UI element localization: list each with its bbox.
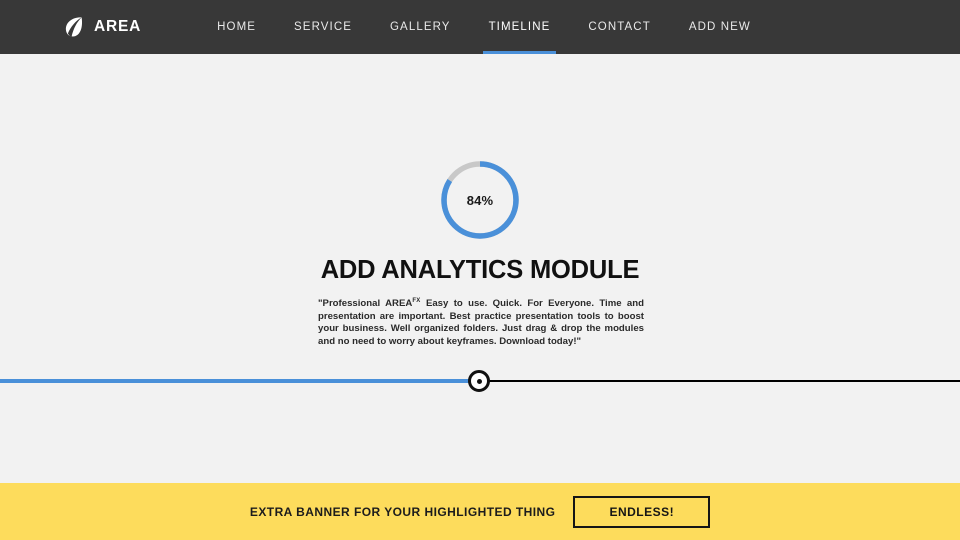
banner-text: EXTRA BANNER FOR YOUR HIGHLIGHTED THING bbox=[249, 504, 556, 519]
description-text-before: "Professional AREA bbox=[318, 298, 413, 310]
nav-item-home[interactable]: HOME bbox=[198, 0, 275, 54]
main-navigation: HOME SERVICE GALLERY TIMELINE CONTACT AD… bbox=[198, 0, 770, 54]
page-title: ADD ANALYTICS MODULE bbox=[320, 256, 640, 284]
module-description: "Professional AREAFX Easy to use. Quick.… bbox=[318, 295, 644, 349]
timeline-node-icon[interactable] bbox=[468, 370, 490, 392]
brand-name: AREA bbox=[94, 18, 142, 35]
timeline-track-completed bbox=[0, 379, 479, 383]
endless-button[interactable]: ENDLESS! bbox=[573, 495, 711, 528]
nav-item-service[interactable]: SERVICE bbox=[275, 0, 371, 54]
nav-item-gallery[interactable]: GALLERY bbox=[371, 0, 470, 54]
progress-donut-chart: 84% bbox=[439, 159, 521, 241]
site-header: AREA HOME SERVICE GALLERY TIMELINE CONTA… bbox=[0, 0, 960, 54]
timeline-node-center-dot bbox=[476, 378, 482, 384]
leaf-icon bbox=[64, 16, 85, 38]
promo-banner: EXTRA BANNER FOR YOUR HIGHLIGHTED THING … bbox=[0, 483, 960, 540]
timeline-bar[interactable] bbox=[0, 370, 960, 396]
description-superscript: FX bbox=[412, 298, 421, 304]
timeline-track-remaining bbox=[479, 380, 960, 382]
nav-item-contact[interactable]: CONTACT bbox=[569, 0, 669, 54]
nav-item-timeline[interactable]: TIMELINE bbox=[470, 0, 570, 54]
progress-value-label: 84% bbox=[466, 192, 494, 208]
main-content: 84% ADD ANALYTICS MODULE "Professional A… bbox=[0, 54, 960, 483]
brand-logo[interactable]: AREA bbox=[64, 16, 141, 38]
nav-item-add-new[interactable]: ADD NEW bbox=[670, 0, 770, 54]
